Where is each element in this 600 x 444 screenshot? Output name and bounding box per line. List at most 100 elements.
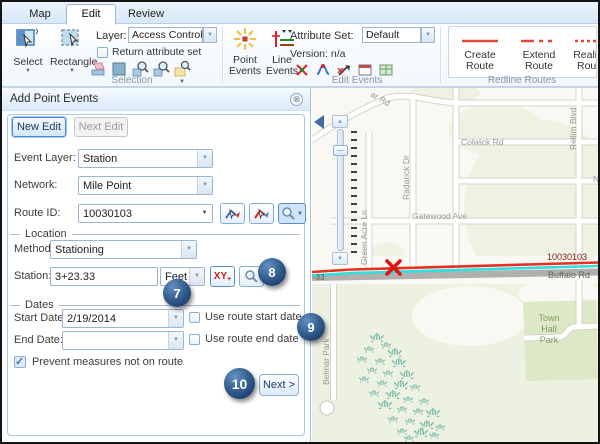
chevron-down-icon[interactable]: ▼: [168, 332, 183, 349]
panel-title: Add Point Events: [10, 93, 98, 105]
chevron-down-icon: ▼: [8, 68, 48, 74]
select-tool-icon: [14, 27, 42, 53]
zoom-in-button[interactable]: ▲: [332, 115, 348, 128]
application-window: Map Edit Review Select ▼ Rectangle ▼: [0, 0, 600, 444]
street-label: Gatewood Ave: [412, 211, 467, 221]
use-route-end-date-checkbox[interactable]: [189, 334, 200, 345]
layer-label: Layer:: [96, 30, 127, 42]
extend-route-icon: [520, 39, 558, 43]
attribute-set-combobox[interactable]: Default: [362, 27, 421, 43]
park-area: [449, 104, 545, 156]
street-label: Rellim Blvd: [568, 107, 578, 150]
zoom-slider-handle[interactable]: [333, 145, 348, 156]
rectangle-label: Rectangle: [50, 57, 94, 68]
chevron-down-icon[interactable]: ▼: [197, 205, 212, 222]
callout-9: 9: [297, 313, 325, 341]
close-icon[interactable]: ⊗: [290, 93, 303, 106]
next-edit-button[interactable]: Next Edit: [74, 117, 128, 137]
tab-edit[interactable]: Edit: [66, 4, 116, 25]
zoom-out-button[interactable]: ▼: [332, 252, 348, 265]
event-layer-label: Event Layer:: [14, 152, 76, 164]
group-separator: [222, 27, 224, 83]
create-route-button[interactable]: Create Route: [451, 31, 509, 72]
collapse-panel-arrow-icon[interactable]: [314, 115, 324, 129]
select-route-from-selection-button[interactable]: [249, 203, 274, 224]
point-events-label: Point Events: [228, 55, 262, 77]
rectangle-select-button[interactable]: Rectangle ▼: [50, 27, 94, 74]
select-route-on-map-button[interactable]: [220, 203, 245, 224]
station-value: 3+23.33: [51, 268, 157, 285]
buffalo-road-label: Buffalo Rd: [548, 270, 590, 280]
realign-route-label: Realign Route: [573, 49, 597, 72]
callout-7: 7: [163, 279, 191, 307]
event-layer-value: Station: [79, 150, 197, 167]
location-section-separator: Location: [10, 228, 300, 240]
start-date-label: Start Date:: [14, 312, 67, 324]
chevron-down-icon[interactable]: ▼: [197, 177, 212, 194]
town-hall-park-label: Hall: [541, 324, 557, 334]
magnifier-icon: [244, 269, 259, 284]
redline-routes-box: Create Route Extend Route Realign Route: [448, 26, 597, 78]
rectangle-tool-icon: [58, 27, 86, 53]
chevron-down-icon[interactable]: ▼: [197, 150, 212, 167]
chevron-down-icon[interactable]: ▼: [168, 310, 183, 327]
map-view[interactable]: ar Rd Colwick Rd Gatewood Ave Green Acre…: [312, 88, 598, 442]
select-route-alt-icon: [253, 206, 270, 221]
plus-icon: +: [227, 276, 231, 283]
route-id-value: 10030103: [79, 205, 197, 222]
tab-map[interactable]: Map: [16, 5, 64, 24]
end-date-picker[interactable]: ▼: [62, 331, 184, 350]
select-route-icon: [224, 206, 241, 221]
open-area: [412, 286, 528, 346]
method-label: Method:: [14, 243, 54, 255]
group-separator: [440, 27, 442, 83]
event-layer-combobox[interactable]: Station ▼: [78, 149, 213, 168]
attribute-set-dropdown-button[interactable]: ▼: [421, 27, 435, 43]
start-date-picker[interactable]: 2/19/2014 ▼: [62, 309, 184, 328]
chevron-down-icon: ▼: [297, 211, 303, 217]
map-canvas: ar Rd Colwick Rd Gatewood Ave Green Acre…: [312, 88, 598, 442]
return-attribute-set-checkbox[interactable]: [97, 47, 108, 58]
select-button[interactable]: Select ▼: [8, 27, 48, 74]
network-combobox[interactable]: Mile Point ▼: [78, 176, 213, 195]
station-input[interactable]: 3+23.33: [50, 267, 158, 286]
layer-combobox[interactable]: Access Control: [128, 27, 203, 43]
street-label: Radarick Dr: [401, 155, 411, 200]
method-combobox[interactable]: Stationing ▼: [50, 240, 197, 259]
dates-section-label: Dates: [25, 299, 54, 311]
xy-coordinates-button[interactable]: XY +: [210, 266, 235, 287]
end-date-label: End Date:: [14, 334, 63, 346]
route-id-combobox[interactable]: 10030103 ▼: [78, 204, 213, 223]
route-search-dropdown-button[interactable]: ▼: [278, 203, 306, 224]
chevron-down-icon[interactable]: ▼: [189, 268, 204, 285]
method-value: Stationing: [51, 241, 181, 258]
select-label: Select: [8, 57, 48, 68]
tab-review[interactable]: Review: [118, 5, 174, 24]
extend-route-button[interactable]: Extend Route: [511, 31, 567, 72]
use-route-start-date-checkbox[interactable]: [189, 312, 200, 323]
use-route-end-date-label: Use route end date: [205, 333, 299, 345]
version-label: Version: n/a: [290, 48, 345, 60]
station-label: Station:: [14, 270, 51, 282]
location-section-label: Location: [25, 228, 67, 240]
realign-route-button[interactable]: Realign Route: [569, 31, 597, 72]
town-hall-park-label: Town: [538, 313, 559, 323]
new-edit-button[interactable]: New Edit: [12, 117, 66, 137]
street-label-partial: N: [593, 174, 598, 184]
next-button[interactable]: Next >: [259, 374, 299, 396]
redline-routes-group-label: Redline Routes: [462, 75, 582, 86]
point-events-button[interactable]: Point Events: [228, 27, 262, 77]
layer-dropdown-button[interactable]: ▼: [203, 27, 217, 43]
prevent-measures-checkbox[interactable]: [14, 356, 26, 368]
create-route-label: Create Route: [464, 49, 496, 72]
edit-events-group-label: Edit Events: [302, 75, 412, 86]
street-label: Green Acre Ln: [359, 210, 369, 265]
network-label: Network:: [14, 179, 57, 191]
selection-group-label: Selection: [82, 75, 182, 86]
ribbon: Select ▼ Rectangle ▼ Layer: Access Contr…: [2, 24, 598, 88]
point-events-icon: [233, 27, 257, 51]
use-route-start-date-label: Use route start date: [205, 311, 302, 323]
route-number-label: 10030103: [547, 252, 587, 262]
chevron-down-icon[interactable]: ▼: [181, 241, 196, 258]
realign-route-icon: [574, 39, 597, 43]
